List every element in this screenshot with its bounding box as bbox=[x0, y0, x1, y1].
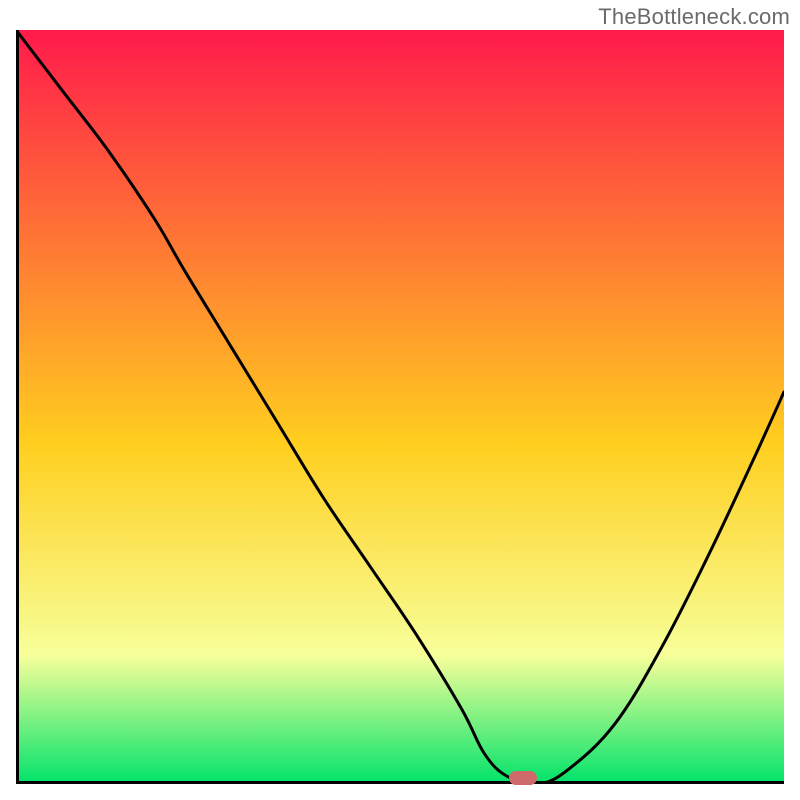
watermark-text: TheBottleneck.com bbox=[598, 4, 790, 30]
plot-frame bbox=[16, 30, 784, 784]
bottleneck-curve bbox=[16, 30, 784, 784]
optimal-point-marker bbox=[509, 771, 537, 785]
chart-stage: TheBottleneck.com bbox=[0, 0, 800, 800]
